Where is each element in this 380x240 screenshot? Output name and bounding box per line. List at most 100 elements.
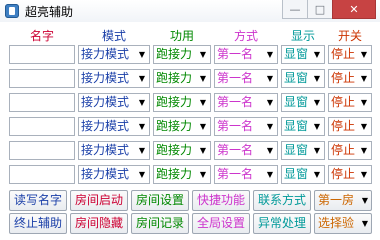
dropdown-arrow-icon: ▼ xyxy=(266,98,274,107)
dropdown-arrow-icon: ▼ xyxy=(199,170,207,179)
dropdown-arrow-icon: ▼ xyxy=(360,122,368,131)
name-input[interactable] xyxy=(9,69,75,88)
display-select-value: 显窗 xyxy=(284,95,309,109)
action-button[interactable]: 房间启动 xyxy=(70,190,128,211)
room-select-value: 选择验 xyxy=(318,216,355,230)
dropdown-arrow-icon: ▼ xyxy=(138,74,146,83)
function-select-value: 跑接力 xyxy=(156,143,193,157)
display-select[interactable]: 显窗 ▼ xyxy=(281,69,325,88)
dropdown-arrow-icon: ▼ xyxy=(313,98,321,107)
function-select[interactable]: 跑接力 ▼ xyxy=(153,45,211,64)
column-header-mode: 模式 xyxy=(101,29,126,43)
dropdown-arrow-icon: ▼ xyxy=(266,122,274,131)
dropdown-arrow-icon: ▼ xyxy=(361,196,368,205)
title-bar[interactable]: 超亮辅助 — □ ✕ xyxy=(0,0,380,22)
function-select[interactable]: 跑接力 ▼ xyxy=(153,165,211,184)
function-select[interactable]: 跑接力 ▼ xyxy=(153,117,211,136)
dropdown-arrow-icon: ▼ xyxy=(138,122,146,131)
column-header-name: 名字 xyxy=(29,29,54,43)
function-select[interactable]: 跑接力 ▼ xyxy=(153,69,211,88)
mode-select[interactable]: 接力模式 ▼ xyxy=(78,117,150,136)
action-button[interactable]: 房间隐藏 xyxy=(70,213,128,234)
mode-select[interactable]: 接力模式 ▼ xyxy=(78,45,150,64)
display-select-value: 显窗 xyxy=(284,167,309,181)
display-select-value: 显窗 xyxy=(284,71,309,85)
action-button[interactable]: 联系方式 xyxy=(253,190,311,211)
dropdown-arrow-icon: ▼ xyxy=(360,98,368,107)
dropdown-arrow-icon: ▼ xyxy=(313,146,321,155)
display-select[interactable]: 显窗 ▼ xyxy=(281,117,325,136)
method-select[interactable]: 第一名 ▼ xyxy=(214,93,278,112)
toggle-select[interactable]: 停止 ▼ xyxy=(328,141,372,160)
action-button[interactable]: 快捷功能 xyxy=(192,190,250,211)
action-button[interactable]: 异常处理 xyxy=(253,213,311,234)
dropdown-arrow-icon: ▼ xyxy=(199,122,207,131)
method-select[interactable]: 第一名 ▼ xyxy=(214,117,278,136)
display-select[interactable]: 显窗 ▼ xyxy=(281,45,325,64)
name-input[interactable] xyxy=(9,141,75,160)
function-select[interactable]: 跑接力 ▼ xyxy=(153,141,211,160)
method-select[interactable]: 第一名 ▼ xyxy=(214,69,278,88)
toggle-select-value: 停止 xyxy=(331,47,356,61)
mode-select-value: 接力模式 xyxy=(81,143,130,157)
close-button[interactable]: ✕ xyxy=(332,0,376,19)
toggle-select[interactable]: 停止 ▼ xyxy=(328,117,372,136)
method-select[interactable]: 第一名 ▼ xyxy=(214,45,278,64)
mode-select[interactable]: 接力模式 ▼ xyxy=(78,93,150,112)
dropdown-arrow-icon: ▼ xyxy=(199,50,207,59)
toggle-select-value: 停止 xyxy=(331,167,356,181)
method-select[interactable]: 第一名 ▼ xyxy=(214,141,278,160)
dropdown-arrow-icon: ▼ xyxy=(313,74,321,83)
display-select[interactable]: 显窗 ▼ xyxy=(281,93,325,112)
dropdown-arrow-icon: ▼ xyxy=(199,74,207,83)
action-button[interactable]: 终止辅助 xyxy=(9,213,67,234)
method-select-value: 第一名 xyxy=(217,71,254,85)
toggle-select[interactable]: 停止 ▼ xyxy=(328,69,372,88)
toggle-select-value: 停止 xyxy=(331,71,356,85)
window-title: 超亮辅助 xyxy=(25,4,74,19)
room-select[interactable]: 选择验 ▼ xyxy=(314,213,372,234)
toggle-select-value: 停止 xyxy=(331,119,356,133)
display-select-value: 显窗 xyxy=(284,143,309,157)
action-button[interactable]: 全局设置 xyxy=(192,213,250,234)
method-select-value: 第一名 xyxy=(217,119,254,133)
mode-select[interactable]: 接力模式 ▼ xyxy=(78,141,150,160)
mode-select-value: 接力模式 xyxy=(81,71,130,85)
minimize-button[interactable]: — xyxy=(282,0,308,19)
dropdown-arrow-icon: ▼ xyxy=(266,50,274,59)
dropdown-arrow-icon: ▼ xyxy=(360,146,368,155)
name-input[interactable] xyxy=(9,165,75,184)
dropdown-arrow-icon: ▼ xyxy=(138,98,146,107)
method-select[interactable]: 第一名 ▼ xyxy=(214,165,278,184)
function-select[interactable]: 跑接力 ▼ xyxy=(153,93,211,112)
toggle-select-value: 停止 xyxy=(331,95,356,109)
name-input[interactable] xyxy=(9,117,75,136)
toggle-select[interactable]: 停止 ▼ xyxy=(328,93,372,112)
name-input[interactable] xyxy=(9,93,75,112)
room-select[interactable]: 第一房 ▼ xyxy=(314,190,372,211)
app-window: 超亮辅助 — □ ✕ 名字 模式 功用 方式 显示 开关 接力模式 ▼ 跑接力 ▼ 第一名 ▼ 显窗 ▼ 停… xyxy=(0,0,380,240)
dropdown-arrow-icon: ▼ xyxy=(313,170,321,179)
action-button[interactable]: 房间记录 xyxy=(131,213,189,234)
dropdown-arrow-icon: ▼ xyxy=(313,122,321,131)
dropdown-arrow-icon: ▼ xyxy=(138,146,146,155)
function-select-value: 跑接力 xyxy=(156,47,193,61)
display-select-value: 显窗 xyxy=(284,119,309,133)
action-button[interactable]: 房间设置 xyxy=(131,190,189,211)
column-header-toggle: 开关 xyxy=(337,29,362,43)
mode-select[interactable]: 接力模式 ▼ xyxy=(78,69,150,88)
toggle-select[interactable]: 停止 ▼ xyxy=(328,45,372,64)
maximize-button[interactable]: □ xyxy=(307,0,333,19)
dropdown-arrow-icon: ▼ xyxy=(138,170,146,179)
display-select[interactable]: 显窗 ▼ xyxy=(281,165,325,184)
dropdown-arrow-icon: ▼ xyxy=(313,50,321,59)
name-input[interactable] xyxy=(9,45,75,64)
action-button[interactable]: 读写名字 xyxy=(9,190,67,211)
dropdown-arrow-icon: ▼ xyxy=(360,74,368,83)
mode-select[interactable]: 接力模式 ▼ xyxy=(78,165,150,184)
mode-select-value: 接力模式 xyxy=(81,119,130,133)
toggle-select[interactable]: 停止 ▼ xyxy=(328,165,372,184)
mode-select-value: 接力模式 xyxy=(81,95,130,109)
display-select[interactable]: 显窗 ▼ xyxy=(281,141,325,160)
toggle-select-value: 停止 xyxy=(331,143,356,157)
